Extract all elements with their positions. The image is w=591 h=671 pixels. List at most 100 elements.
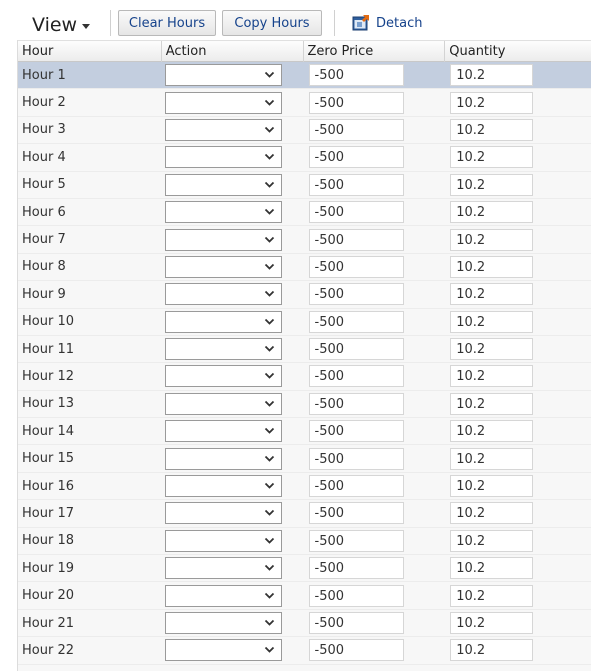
zero-price-input[interactable]: -500 — [308, 118, 404, 141]
zero-price-input[interactable]: -500 — [308, 447, 404, 470]
view-menu[interactable]: View — [32, 14, 91, 36]
quantity-input[interactable]: 10.2 — [450, 584, 534, 607]
action-select[interactable] — [164, 91, 282, 114]
zero-price-input[interactable]: -500 — [308, 338, 404, 361]
column-header-hour[interactable]: Hour — [18, 41, 162, 62]
quantity-input[interactable]: 10.2 — [450, 283, 534, 306]
table-row[interactable]: Hour 15 -500 10.2 — [18, 445, 591, 473]
quantity-input[interactable]: 10.2 — [450, 365, 534, 388]
quantity-input[interactable]: 10.2 — [450, 447, 534, 470]
action-select[interactable] — [164, 173, 282, 196]
action-select[interactable] — [164, 584, 282, 607]
copy-hours-button[interactable]: Copy Hours — [222, 10, 322, 36]
quantity-input[interactable]: 10.2 — [450, 64, 534, 87]
quantity-input[interactable]: 10.2 — [450, 529, 534, 552]
table-row[interactable]: Hour 19 -500 10.2 — [18, 555, 591, 583]
zero-price-input[interactable]: -500 — [308, 529, 404, 552]
table-row[interactable]: Hour 9 -500 10.2 — [18, 281, 591, 309]
action-select[interactable] — [164, 612, 282, 634]
table-row[interactable]: Hour 3 -500 10.2 — [18, 117, 591, 145]
quantity-input[interactable]: 10.2 — [450, 392, 534, 415]
quantity-input[interactable]: 10.2 — [450, 639, 534, 662]
quantity-input[interactable]: 10.2 — [450, 557, 534, 580]
clear-hours-button[interactable]: Clear Hours — [118, 10, 216, 36]
table-row[interactable]: Hour 17 -500 10.2 — [18, 500, 591, 528]
action-select[interactable] — [164, 557, 282, 580]
table-row[interactable]: Hour 7 -500 10.2 — [18, 226, 591, 254]
table-row[interactable]: Hour 18 -500 10.2 — [18, 528, 591, 556]
zero-price-input[interactable]: -500 — [308, 146, 404, 169]
quantity-input[interactable]: 10.2 — [450, 338, 534, 361]
table-row[interactable]: Hour 6 -500 10.2 — [18, 199, 591, 227]
column-header-action[interactable]: Action — [162, 41, 304, 62]
zero-price-input[interactable]: -500 — [308, 91, 404, 114]
action-select[interactable] — [164, 392, 282, 415]
table-row[interactable]: Hour 13 -500 10.2 — [18, 391, 591, 419]
action-select[interactable] — [164, 228, 282, 251]
action-select[interactable] — [164, 201, 282, 224]
action-select[interactable] — [164, 502, 282, 525]
detach-label: Detach — [376, 15, 423, 31]
quantity-input[interactable]: 10.2 — [450, 228, 534, 251]
quantity-input[interactable]: 10.2 — [450, 201, 534, 224]
zero-price-input[interactable]: -500 — [308, 557, 404, 580]
table-row[interactable]: Hour 10 -500 10.2 — [18, 309, 591, 336]
table-row[interactable]: Hour 8 -500 10.2 — [18, 254, 591, 282]
table-row[interactable]: Hour 16 -500 10.2 — [18, 473, 591, 501]
action-select[interactable] — [164, 529, 282, 552]
action-select[interactable] — [164, 338, 282, 361]
zero-price-input[interactable]: -500 — [308, 475, 404, 498]
zero-price-input[interactable]: -500 — [308, 612, 404, 634]
quantity-input[interactable]: 10.2 — [450, 502, 534, 525]
zero-price-input[interactable]: -500 — [308, 173, 404, 196]
table-row[interactable]: Hour 14 -500 10.2 — [18, 418, 591, 446]
action-select[interactable] — [164, 146, 282, 169]
table-row[interactable]: Hour 4 -500 10.2 — [18, 144, 591, 172]
detach-button[interactable]: Detach — [352, 11, 422, 35]
column-header-quantity[interactable]: Quantity — [445, 41, 591, 62]
zero-price-input[interactable]: -500 — [308, 392, 404, 415]
action-select[interactable] — [164, 639, 282, 662]
table-row[interactable]: Hour 2 -500 10.2 — [18, 89, 591, 117]
action-select[interactable] — [164, 118, 282, 141]
zero-price-input[interactable]: -500 — [308, 283, 404, 306]
quantity-input[interactable]: 10.2 — [450, 118, 534, 141]
quantity-input[interactable]: 10.2 — [450, 310, 534, 333]
zero-price-input[interactable]: -500 — [308, 584, 404, 607]
quantity-input[interactable]: 10.2 — [450, 255, 534, 278]
action-select[interactable] — [164, 475, 282, 498]
hour-cell: Hour 4 — [22, 149, 66, 165]
quantity-input[interactable]: 10.2 — [450, 91, 534, 114]
zero-price-input[interactable]: -500 — [308, 639, 404, 662]
zero-price-input[interactable]: -500 — [308, 64, 404, 87]
zero-price-input[interactable]: -500 — [308, 365, 404, 388]
zero-price-input[interactable]: -500 — [308, 420, 404, 443]
table-row[interactable]: Hour 22 -500 10.2 — [18, 637, 591, 665]
zero-price-input[interactable]: -500 — [308, 201, 404, 224]
column-header-zero-price[interactable]: Zero Price — [304, 41, 446, 62]
zero-price-input[interactable]: -500 — [308, 255, 404, 278]
action-select[interactable] — [164, 283, 282, 306]
table-row[interactable]: Hour 20 -500 10.2 — [18, 582, 591, 610]
quantity-input[interactable]: 10.2 — [450, 146, 534, 169]
table-row[interactable]: Hour 21 -500 10.2 — [18, 610, 591, 638]
action-select[interactable] — [164, 365, 282, 388]
table-row[interactable]: Hour 5 -500 10.2 — [18, 172, 591, 199]
action-select[interactable] — [164, 64, 282, 87]
table-row[interactable]: Hour 11 -500 10.2 — [18, 336, 591, 364]
table-row[interactable]: Hour 1 -500 10.2 — [18, 62, 591, 90]
action-select[interactable] — [164, 255, 282, 278]
action-select[interactable] — [164, 420, 282, 443]
quantity-input[interactable]: 10.2 — [450, 173, 534, 196]
quantity-input[interactable]: 10.2 — [450, 612, 534, 634]
zero-price-input[interactable]: -500 — [308, 228, 404, 251]
quantity-input[interactable]: 10.2 — [450, 475, 534, 498]
zero-price-input[interactable]: -500 — [308, 310, 404, 333]
action-select[interactable] — [164, 447, 282, 470]
action-select[interactable] — [164, 310, 282, 333]
chevron-down-icon — [264, 510, 274, 517]
quantity-input[interactable]: 10.2 — [450, 420, 534, 443]
table-row[interactable]: Hour 12 -500 10.2 — [18, 363, 591, 391]
zero-price-input[interactable]: -500 — [308, 502, 404, 525]
zero-price-cell: -500 — [304, 173, 446, 196]
